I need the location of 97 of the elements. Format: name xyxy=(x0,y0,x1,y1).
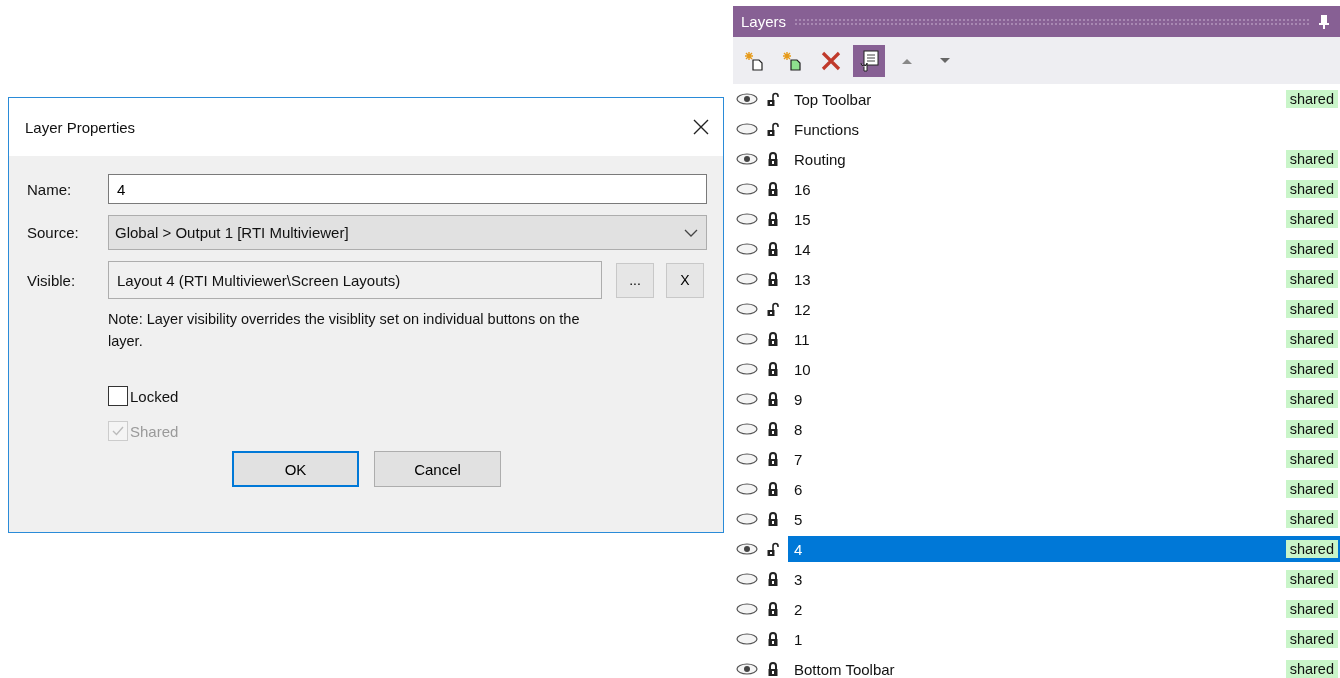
layer-item[interactable]: Top Toolbar shared xyxy=(788,86,1340,112)
eye-icon[interactable] xyxy=(736,543,758,555)
lock-icon[interactable] xyxy=(767,152,779,166)
lock-icon[interactable] xyxy=(767,242,779,256)
layer-item[interactable]: 14 shared xyxy=(788,236,1340,262)
layer-item[interactable]: 2 shared xyxy=(788,596,1340,622)
shared-tag: shared xyxy=(1285,330,1338,348)
clear-button[interactable]: X xyxy=(666,262,704,298)
shared-tag: shared xyxy=(1285,150,1338,168)
layer-item[interactable]: 13 shared xyxy=(788,266,1340,292)
shared-tag: shared xyxy=(1285,180,1338,198)
shared-tag: shared xyxy=(1285,450,1338,468)
layer-item[interactable]: 10 shared xyxy=(788,356,1340,382)
hidden-eye-icon[interactable] xyxy=(736,123,758,135)
shared-tag: shared xyxy=(1285,270,1338,288)
shared-tag: shared xyxy=(1285,420,1338,438)
lock-icon[interactable] xyxy=(767,452,779,466)
unlock-icon[interactable] xyxy=(767,92,779,106)
shared-tag: shared xyxy=(1285,480,1338,498)
layer-item[interactable]: 11 shared xyxy=(788,326,1340,352)
hidden-eye-icon[interactable] xyxy=(736,483,758,495)
hidden-eye-icon[interactable] xyxy=(736,393,758,405)
shared-tag: shared xyxy=(1285,510,1338,528)
unlock-icon[interactable] xyxy=(767,122,779,136)
name-field[interactable]: 4 xyxy=(108,174,707,204)
eye-icon[interactable] xyxy=(736,93,758,105)
checkbox[interactable]: Locked xyxy=(108,386,707,406)
hidden-eye-icon[interactable] xyxy=(736,603,758,615)
layer-item[interactable]: 1 shared xyxy=(788,626,1340,652)
lock-icon[interactable] xyxy=(767,332,779,346)
unlock-icon[interactable] xyxy=(767,542,779,556)
layer-item[interactable]: 6 shared xyxy=(788,476,1340,502)
unlock-icon[interactable] xyxy=(767,302,779,316)
source-dropdown[interactable]: Global > Output 1 [RTI Multiviewer] xyxy=(108,215,707,250)
shared-tag: shared xyxy=(1285,660,1338,678)
lock-icon[interactable] xyxy=(767,182,779,196)
layer-item[interactable]: Bottom Toolbar shared xyxy=(788,656,1340,678)
hidden-eye-icon[interactable] xyxy=(736,273,758,285)
layer-item[interactable]: 9 shared xyxy=(788,386,1340,412)
layer-item[interactable]: 7 shared xyxy=(788,446,1340,472)
layer-item[interactable]: 15 shared xyxy=(788,206,1340,232)
layer-item[interactable]: 4 shared xyxy=(788,536,1340,562)
pin-icon[interactable] xyxy=(1318,13,1330,30)
note-text: Note: Layer visibility overrides the visiblity set on individual buttons on the layer. xyxy=(108,310,581,351)
browse-button[interactable]: ... xyxy=(616,262,654,298)
field-label: Source: xyxy=(27,224,80,241)
lock-icon[interactable] xyxy=(767,632,779,646)
hidden-eye-icon[interactable] xyxy=(736,573,758,585)
layer-item[interactable]: 8 shared xyxy=(788,416,1340,442)
lock-icon[interactable] xyxy=(767,212,779,226)
lock-icon[interactable] xyxy=(767,662,779,676)
shared-tag: shared xyxy=(1285,210,1338,228)
field-label: Name: xyxy=(27,180,73,198)
hidden-eye-icon[interactable] xyxy=(736,423,758,435)
hidden-eye-icon[interactable] xyxy=(736,363,758,375)
hidden-eye-icon[interactable] xyxy=(736,453,758,465)
lock-icon[interactable] xyxy=(767,482,779,496)
lock-icon[interactable] xyxy=(767,362,779,376)
shared-tag: shared xyxy=(1285,540,1338,558)
properties-icon[interactable] xyxy=(853,44,885,77)
shared-tag: shared xyxy=(1285,390,1338,408)
lock-icon[interactable] xyxy=(767,602,779,616)
lock-icon[interactable] xyxy=(767,512,779,526)
lock-icon[interactable] xyxy=(767,272,779,286)
dialog-title: Layer Properties xyxy=(25,118,136,136)
shared-tag: shared xyxy=(1285,90,1338,108)
close-icon[interactable] xyxy=(693,119,709,135)
layer-item[interactable]: 12 shared xyxy=(788,296,1340,322)
shared-tag: shared xyxy=(1285,570,1338,588)
eye-icon[interactable] xyxy=(736,663,758,675)
panel-title: Layers xyxy=(741,13,787,30)
hidden-eye-icon[interactable] xyxy=(736,183,758,195)
shared-tag: shared xyxy=(1285,600,1338,618)
ok-button[interactable]: OK xyxy=(232,451,359,487)
chevron-down-icon xyxy=(684,228,698,237)
hidden-eye-icon[interactable] xyxy=(736,243,758,255)
hidden-eye-icon[interactable] xyxy=(736,213,758,225)
visible-field[interactable]: Layout 4 (RTI Multiviewer\Screen Layouts) xyxy=(108,261,602,299)
layer-item[interactable]: Functions xyxy=(788,116,1340,142)
shared-tag: shared xyxy=(1285,300,1338,318)
layer-item[interactable]: 3 shared xyxy=(788,566,1340,592)
layer-item[interactable]: 16 shared xyxy=(788,176,1340,202)
lock-icon[interactable] xyxy=(767,392,779,406)
lock-icon[interactable] xyxy=(767,422,779,436)
field-label: Visible: xyxy=(27,271,77,289)
shared-tag: shared xyxy=(1285,360,1338,378)
shared-tag: shared xyxy=(1285,630,1338,648)
layer-item[interactable]: Routing shared xyxy=(788,146,1340,172)
lock-icon[interactable] xyxy=(767,572,779,586)
hidden-eye-icon[interactable] xyxy=(736,633,758,645)
eye-icon[interactable] xyxy=(736,153,758,165)
cancel-button[interactable]: Cancel xyxy=(374,451,501,487)
layer-item[interactable]: 5 shared xyxy=(788,506,1340,532)
hidden-eye-icon[interactable] xyxy=(736,513,758,525)
shared-tag: shared xyxy=(1285,240,1338,258)
hidden-eye-icon[interactable] xyxy=(736,303,758,315)
hidden-eye-icon[interactable] xyxy=(736,333,758,345)
